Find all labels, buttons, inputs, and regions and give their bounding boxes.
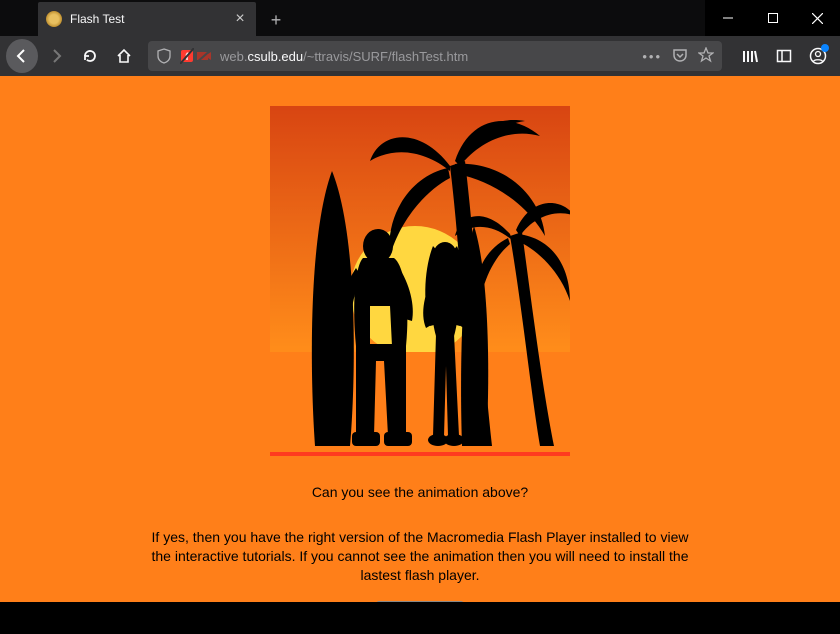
- forward-arrow-icon: [48, 48, 64, 64]
- close-window-button[interactable]: [795, 2, 840, 34]
- maximize-icon: [768, 13, 778, 23]
- tab-title: Flash Test: [70, 12, 224, 26]
- page-content: Can you see the animation above? If yes,…: [0, 76, 840, 602]
- explain-text: If yes, then you have the right version …: [140, 528, 700, 585]
- url-text: web.csulb.edu/~ttravis/SURF/flashTest.ht…: [220, 49, 634, 64]
- minimize-icon: [723, 13, 733, 23]
- home-button[interactable]: [108, 40, 140, 72]
- get-flash-player-button[interactable]: Get macromedia FLASH PLAYER: [376, 601, 464, 602]
- maximize-button[interactable]: [750, 2, 795, 34]
- back-arrow-icon: [14, 48, 30, 64]
- window-controls: [705, 0, 840, 36]
- notification-dot-icon: [821, 44, 829, 52]
- library-icon: [742, 48, 758, 64]
- browser-tab[interactable]: Flash Test ×: [38, 2, 256, 36]
- reload-icon: [82, 48, 98, 64]
- prompt-text: Can you see the animation above?: [0, 484, 840, 500]
- account-button[interactable]: [802, 40, 834, 72]
- back-button[interactable]: [6, 40, 38, 72]
- forward-button[interactable]: [40, 40, 72, 72]
- sidebar-button[interactable]: [768, 40, 800, 72]
- tracking-shield-icon[interactable]: [156, 48, 172, 64]
- sidebar-icon: [776, 48, 792, 64]
- page-actions-icon[interactable]: •••: [642, 49, 662, 64]
- silhouette-graphic: [270, 106, 570, 456]
- reload-button[interactable]: [74, 40, 106, 72]
- bookmark-star-icon[interactable]: [698, 47, 714, 66]
- favicon-icon: [46, 11, 62, 27]
- home-icon: [116, 48, 132, 64]
- minimize-button[interactable]: [705, 2, 750, 34]
- new-tab-button[interactable]: +: [260, 4, 292, 36]
- tab-strip: Flash Test × +: [0, 0, 840, 36]
- url-bar[interactable]: f web.csulb.edu/~ttravis/SURF/flashTest.…: [148, 41, 722, 71]
- browser-toolbar: f web.csulb.edu/~ttravis/SURF/flashTest.…: [0, 36, 840, 76]
- reader-pocket-icon[interactable]: [672, 48, 688, 65]
- close-tab-icon[interactable]: ×: [232, 10, 248, 28]
- close-icon: [812, 13, 823, 24]
- flash-blocked-icon[interactable]: f: [180, 48, 212, 64]
- library-button[interactable]: [734, 40, 766, 72]
- flash-animation: [270, 106, 570, 456]
